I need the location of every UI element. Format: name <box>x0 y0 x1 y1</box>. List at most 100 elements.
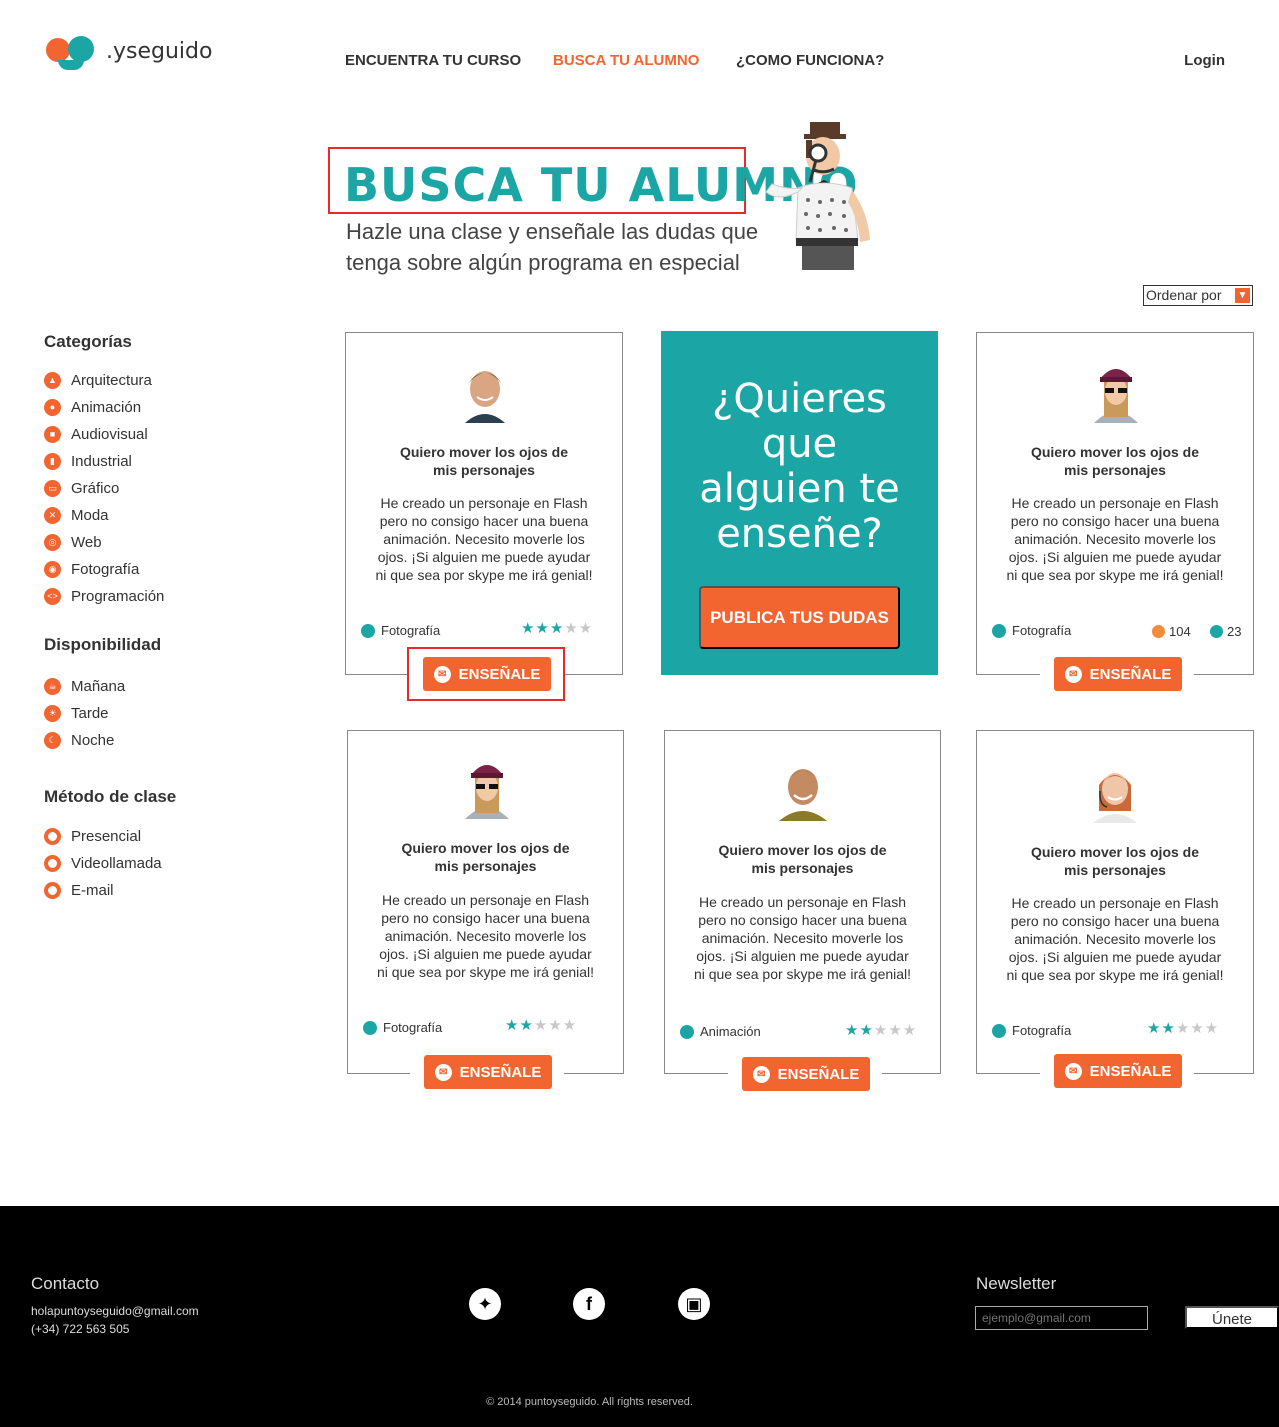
student-card: Quiero mover los ojos de mis personajes H… <box>347 730 624 1074</box>
card-category-label: Animación <box>700 1024 761 1039</box>
card-category: Animación <box>680 1024 761 1039</box>
availability-label: Noche <box>71 732 115 749</box>
card-category-label: Fotografía <box>1012 1023 1072 1038</box>
likes-count: 104 <box>1152 624 1191 639</box>
category-animacion[interactable]: ● Animación <box>44 399 141 416</box>
chair-icon: ▮ <box>44 453 61 470</box>
card-description: He creado un personaje en Flash pero no c… <box>348 891 623 981</box>
nav-como-funciona[interactable]: ¿COMO FUNCIONA? <box>736 52 884 69</box>
card-title: Quiero mover los ojos de mis personajes <box>348 839 623 875</box>
category-programacion[interactable]: <> Programación <box>44 588 164 605</box>
card-body-line: ni que sea por skype me irá genial! <box>375 567 593 583</box>
card-body-line: animación. Necesito moverle los <box>1014 531 1216 547</box>
rating-stars: ★★★★★ <box>845 1022 918 1039</box>
card-body-line: ni que sea por skype me irá genial! <box>693 966 912 982</box>
card-title-line: mis personajes <box>1064 862 1166 878</box>
card-title: Quiero mover los ojos de mis personajes <box>665 841 940 877</box>
method-videollamada[interactable]: Videollamada <box>44 855 162 872</box>
availability-tarde[interactable]: ☀ Tarde <box>44 705 109 722</box>
newsletter-email-input[interactable] <box>975 1306 1148 1330</box>
eye-icon <box>680 1024 694 1039</box>
category-audiovisual[interactable]: ■ Audiovisual <box>44 426 148 443</box>
promo-line: enseñe? <box>716 511 883 557</box>
category-label: Gráfico <box>71 480 120 497</box>
card-body-line: ojos. ¡Si alguien me puede ayudar <box>379 946 592 962</box>
comment-icon <box>1210 625 1223 638</box>
availability-manana[interactable]: ☕ Mañana <box>44 678 125 695</box>
category-label: Industrial <box>71 453 132 470</box>
card-category: Fotografía <box>992 623 1071 638</box>
mail-icon: ✉ <box>1064 665 1082 683</box>
category-industrial[interactable]: ▮ Industrial <box>44 453 132 470</box>
category-grafico[interactable]: ▭ Gráfico <box>44 480 119 497</box>
student-avatar <box>465 765 509 819</box>
ensenale-button[interactable]: ✉ ENSEÑALE <box>742 1057 870 1091</box>
camera-icon <box>361 623 375 638</box>
sort-dropdown[interactable]: Ordenar por ▼ <box>1143 285 1253 306</box>
category-web[interactable]: ◎ Web <box>44 534 102 551</box>
code-icon: <> <box>44 588 61 605</box>
radio-icon <box>44 828 61 845</box>
category-label: Web <box>71 534 102 551</box>
button-label: ENSEÑALE <box>1089 1062 1172 1080</box>
button-label: ENSEÑALE <box>1089 665 1172 683</box>
category-fotografia[interactable]: ◉ Fotografía <box>44 561 139 578</box>
card-title: Quiero mover los ojos de mis personajes <box>977 443 1253 479</box>
category-label: Arquitectura <box>71 372 152 389</box>
chevron-down-icon: ▼ <box>1235 288 1250 303</box>
button-label: ENSEÑALE <box>777 1065 860 1083</box>
nav-encuentra-curso[interactable]: ENCUENTRA TU CURSO <box>345 52 521 69</box>
card-body-line: pero no consigo hacer una buena <box>1010 913 1220 929</box>
publica-dudas-button[interactable]: PUBLICA TUS DUDAS <box>699 586 900 649</box>
ensenale-button[interactable]: ✉ ENSEÑALE <box>424 1055 552 1089</box>
rating-stars: ★★★★★ <box>521 620 594 637</box>
newsletter-heading: Newsletter <box>976 1274 1057 1293</box>
ensenale-button[interactable]: ✉ ENSEÑALE <box>1054 657 1182 691</box>
instagram-icon[interactable]: ▣ <box>678 1288 710 1320</box>
facebook-icon[interactable]: f <box>573 1288 605 1320</box>
method-label: Videollamada <box>71 855 162 872</box>
card-body-line: He creado un personaje en Flash <box>380 495 588 511</box>
contact-email[interactable]: holapuntoyseguido@gmail.com <box>31 1304 199 1318</box>
promo-line: alguien te <box>699 466 900 512</box>
thumbs-up-icon <box>1152 625 1165 638</box>
contact-heading: Contacto <box>31 1274 100 1293</box>
card-title: Quiero mover los ojos de mis personajes <box>977 843 1253 879</box>
category-arquitectura[interactable]: ▲ Arquitectura <box>44 372 152 389</box>
mail-icon: ✉ <box>752 1065 770 1083</box>
card-body-line: animación. Necesito moverle los <box>384 928 587 944</box>
logo[interactable]: .yseguido <box>46 36 212 72</box>
category-label: Moda <box>71 507 109 524</box>
method-presencial[interactable]: Presencial <box>44 828 141 845</box>
moon-icon: ☾ <box>44 732 61 749</box>
card-body-line: He creado un personaje en Flash <box>381 892 590 908</box>
card-title-line: Quiero mover los ojos de <box>399 444 569 460</box>
film-icon: ■ <box>44 426 61 443</box>
category-moda[interactable]: ✕ Moda <box>44 507 109 524</box>
camera-icon <box>992 1023 1006 1038</box>
card-description: He creado un personaje en Flash pero no c… <box>977 894 1253 984</box>
promo-line: ¿Quieres <box>712 376 887 422</box>
card-body-line: pero no consigo hacer una buena <box>381 910 590 926</box>
method-email[interactable]: E-mail <box>44 882 114 899</box>
card-description: He creado un personaje en Flash pero no c… <box>977 494 1253 584</box>
card-description: He creado un personaje en Flash pero no c… <box>665 893 940 983</box>
newsletter-submit-button[interactable]: Únete <box>1185 1306 1279 1329</box>
globe-icon: ◎ <box>44 534 61 551</box>
nav-busca-alumno[interactable]: BUSCA TU ALUMNO <box>553 52 699 69</box>
button-label: ENSEÑALE <box>459 1063 542 1081</box>
camera-icon: ◉ <box>44 561 61 578</box>
card-title-line: Quiero mover los ojos de <box>1030 444 1200 460</box>
card-body-line: ni que sea por skype me irá genial! <box>1006 967 1224 983</box>
availability-label: Mañana <box>71 678 126 695</box>
sort-label: Ordenar por <box>1146 287 1222 303</box>
category-label: Animación <box>71 399 142 416</box>
availability-noche[interactable]: ☾ Noche <box>44 732 114 749</box>
login-link[interactable]: Login <box>1184 52 1225 69</box>
camera-icon <box>992 623 1006 638</box>
brand-name: .yseguido <box>106 38 213 64</box>
twitter-icon[interactable]: ✦ <box>469 1288 501 1320</box>
card-title-line: Quiero mover los ojos de <box>1030 844 1200 860</box>
card-body-line: pero no consigo hacer una buena <box>1010 513 1220 529</box>
ensenale-button[interactable]: ✉ ENSEÑALE <box>1054 1054 1182 1088</box>
